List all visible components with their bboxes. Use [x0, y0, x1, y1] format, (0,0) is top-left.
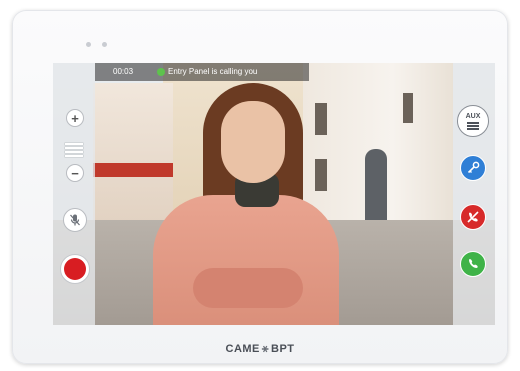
aux-label: AUX	[465, 112, 481, 120]
sensor-dot	[86, 42, 91, 47]
brand-logo: CAME ⚹ BPT	[225, 343, 295, 355]
list-icon	[467, 121, 479, 130]
call-timer: 00:03	[113, 67, 134, 76]
volume-up-button[interactable]: +	[66, 109, 84, 127]
call-status-bar: 00:03 Entry Panel is calling you	[95, 63, 309, 81]
status-dot-icon	[157, 68, 165, 76]
answer-call-button[interactable]	[460, 251, 486, 277]
call-status-text: Entry Panel is calling you	[168, 67, 258, 76]
brand-mark-icon: ⚹	[261, 343, 269, 355]
left-control-panel: + −	[53, 63, 95, 325]
volume-down-button[interactable]: −	[66, 164, 84, 182]
minus-icon: −	[71, 165, 79, 181]
phone-answer-icon	[468, 259, 478, 268]
hang-up-button[interactable]	[460, 204, 486, 230]
video-screen: 00:03 Entry Panel is calling you + − AUX	[53, 63, 495, 325]
sensor-dot	[102, 42, 107, 47]
record-button[interactable]	[60, 254, 90, 284]
key-icon	[467, 161, 480, 174]
right-control-panel: AUX	[453, 63, 495, 325]
record-icon	[64, 258, 86, 280]
aux-button[interactable]: AUX	[457, 105, 489, 137]
door-release-button[interactable]	[460, 155, 486, 181]
camera-feed	[53, 63, 495, 325]
microphone-mute-icon	[70, 214, 80, 226]
mute-microphone-button[interactable]	[63, 208, 87, 232]
plus-icon: +	[71, 110, 79, 126]
volume-bars-icon	[65, 143, 83, 159]
phone-hangup-icon	[467, 211, 479, 223]
